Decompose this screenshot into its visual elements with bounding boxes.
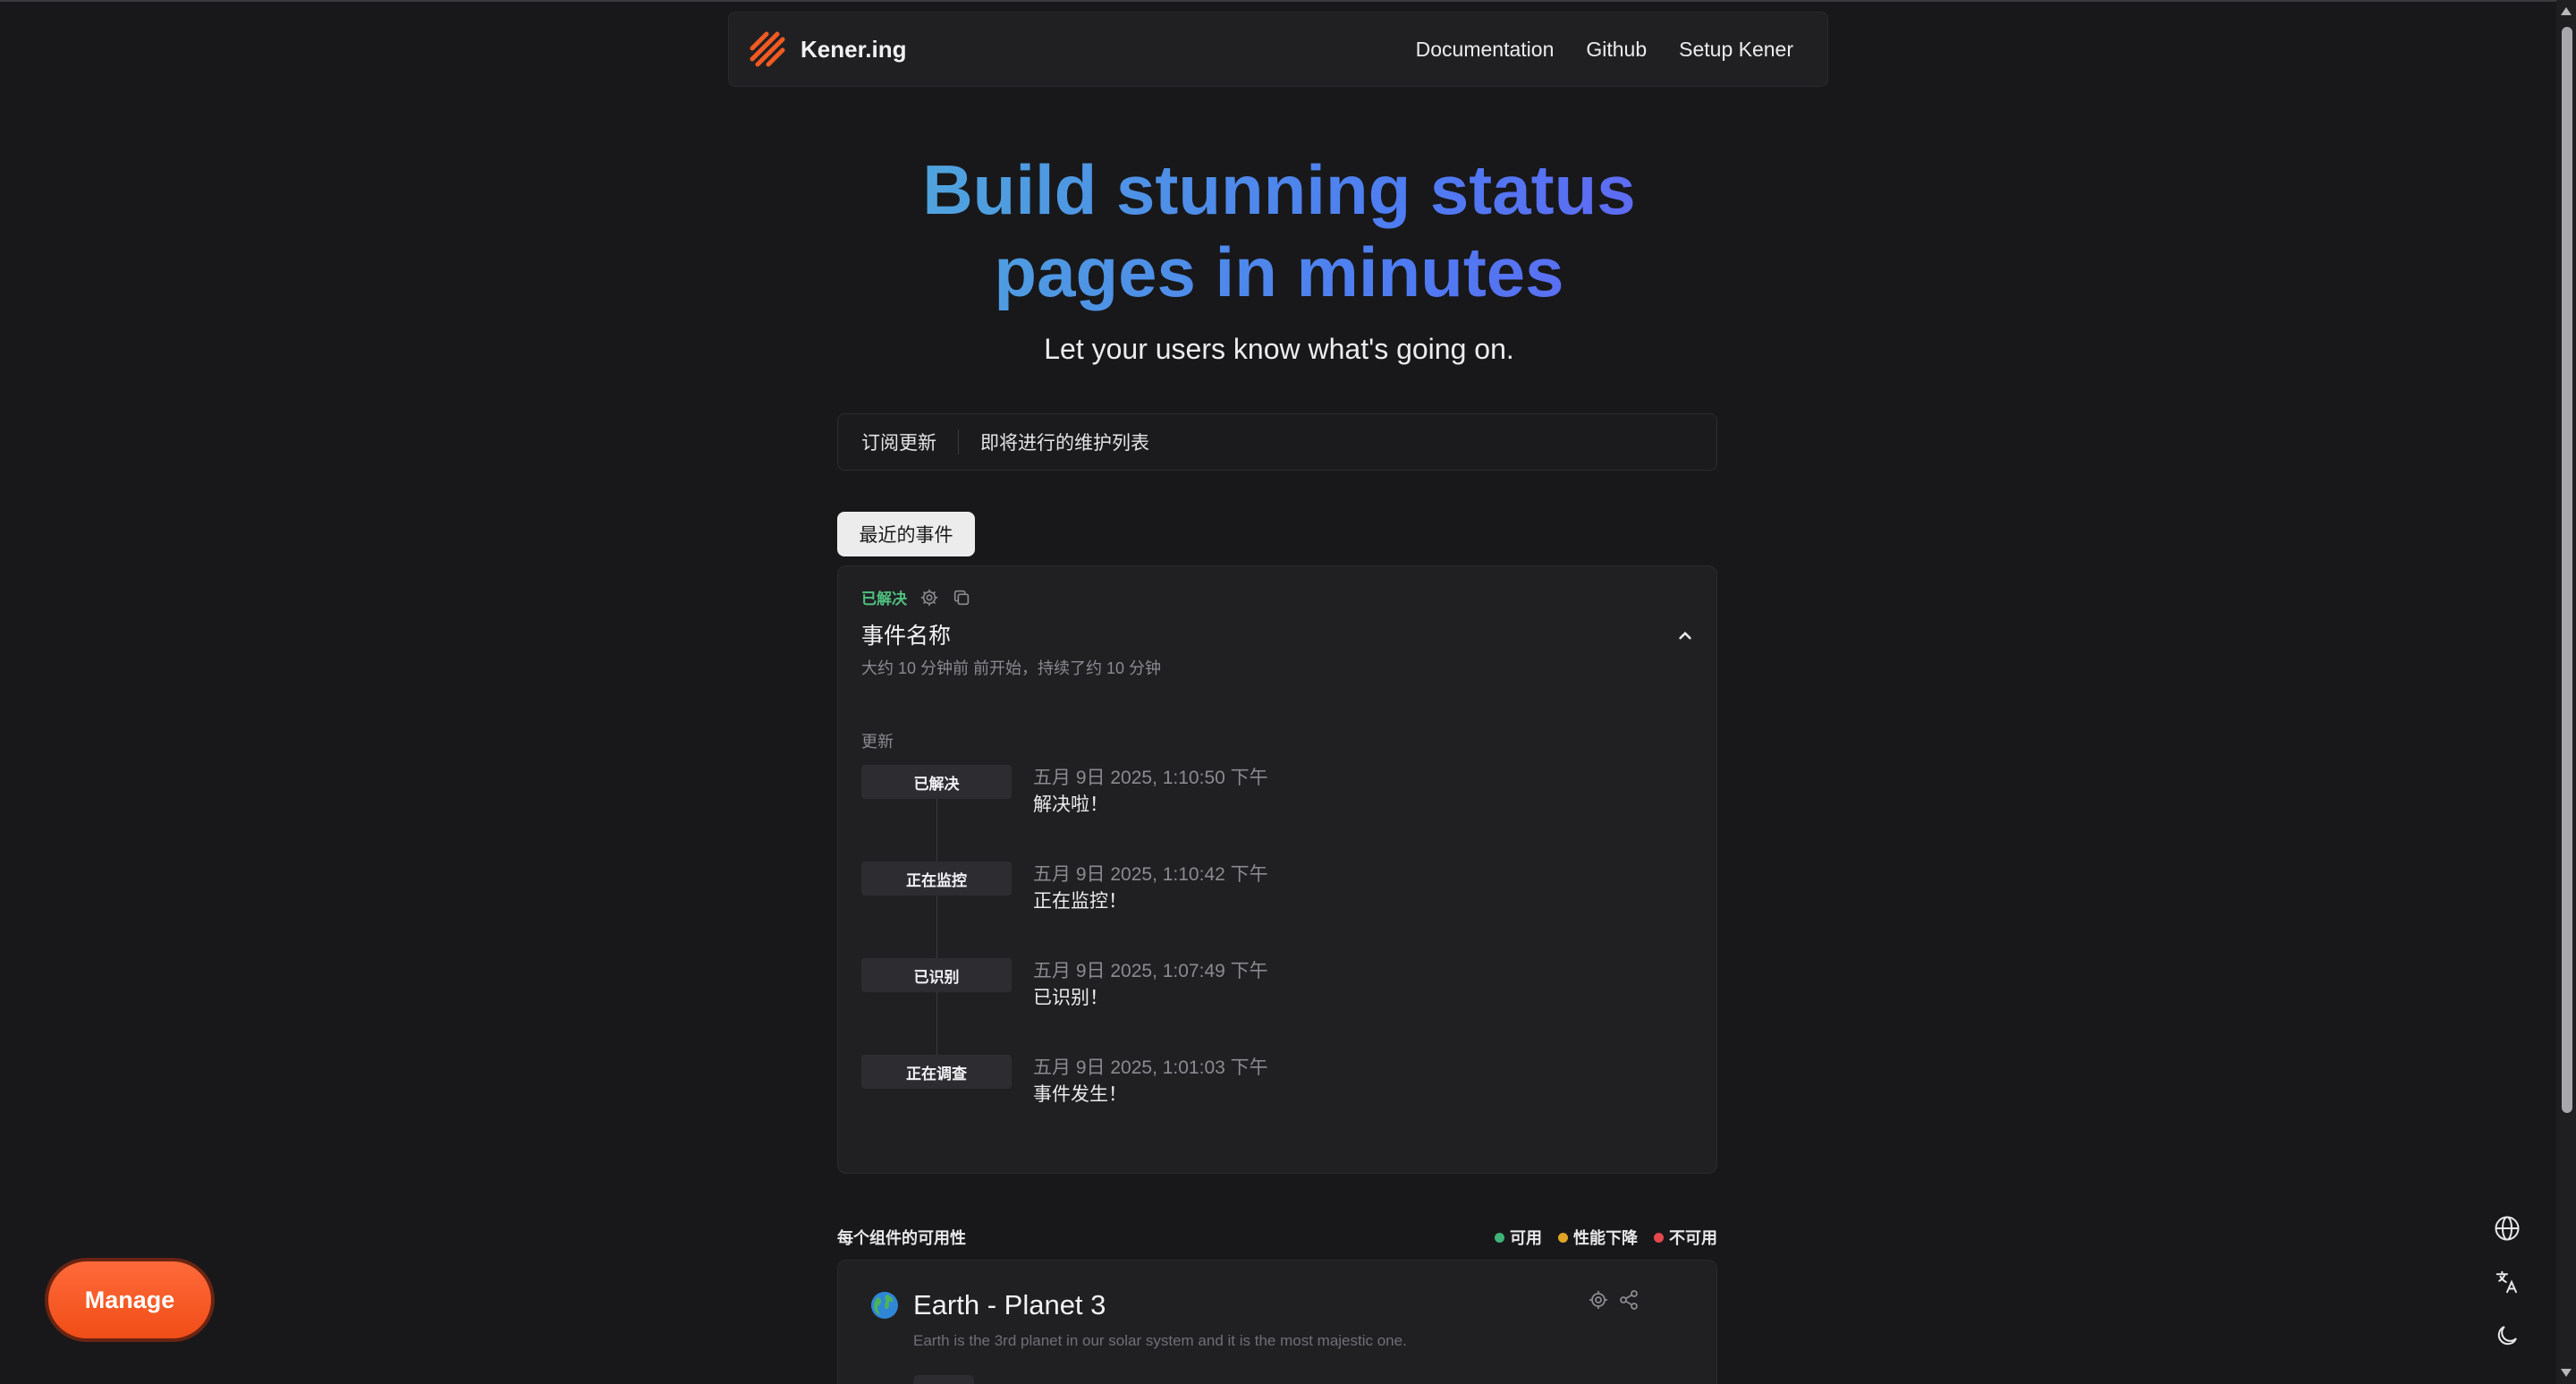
timeline-line: [936, 792, 937, 1087]
update-item: 正在调查 五月 9日 2025, 1:01:03 下午 事件发生！: [861, 1055, 1666, 1117]
monitor-card: Earth - Planet 3 Earth is the 3rd planet…: [837, 1260, 1717, 1384]
update-status-tag: 正在调查: [861, 1055, 1012, 1089]
monitor-description: Earth is the 3rd planet in our solar sys…: [913, 1332, 1407, 1349]
update-status-tag: 已识别: [861, 958, 1012, 992]
availability-title: 每个组件的可用性: [837, 1229, 966, 1247]
translate-icon[interactable]: [2494, 1269, 2521, 1295]
hero-title-line2: pages in minutes: [994, 233, 1564, 311]
top-border: [0, 0, 2576, 2]
gear-icon[interactable]: [1588, 1289, 1609, 1311]
scroll-up-arrow-icon[interactable]: [2561, 7, 2572, 15]
legend-dot: [1654, 1232, 1664, 1243]
monitor-name[interactable]: Earth - Planet 3: [913, 1289, 1106, 1321]
update-message: 已识别！: [1033, 988, 1108, 1008]
incident-meta: 大约 10 分钟前 前开始，持续了约 10 分钟: [861, 659, 1162, 677]
divider: [958, 429, 959, 454]
hero-title: Build stunning status pages in minutes: [0, 149, 2558, 313]
update-message: 正在监控！: [1033, 891, 1127, 912]
navbar: Kener.ing Documentation Github Setup Ken…: [728, 12, 1828, 87]
updates-label: 更新: [861, 733, 894, 751]
nav-link-setup-kener[interactable]: Setup Kener: [1679, 38, 1793, 62]
nav-link-documentation[interactable]: Documentation: [1416, 38, 1555, 62]
brand[interactable]: Kener.ing: [747, 29, 906, 70]
legend-label: 不可用: [1669, 1229, 1717, 1247]
subscribe-bar: 订阅更新 即将进行的维护列表: [837, 413, 1717, 471]
update-status-tag: 已解决: [861, 765, 1012, 799]
update-status-tag: 正在监控: [861, 862, 1012, 896]
scrollbar-thumb[interactable]: [2562, 27, 2572, 1113]
globe-icon[interactable]: [2494, 1215, 2521, 1242]
incident-header: 已解决: [861, 586, 971, 608]
manage-button[interactable]: Manage: [45, 1258, 215, 1342]
subscribe-updates-button[interactable]: 订阅更新: [861, 429, 936, 455]
update-item: 正在监控 五月 9日 2025, 1:10:42 下午 正在监控！: [861, 862, 1666, 924]
share-icon[interactable]: [1618, 1289, 1640, 1311]
monitor-chip: [913, 1375, 974, 1384]
legend-item-degraded: 性能下降: [1558, 1226, 1638, 1249]
nav-links: Documentation Github Setup Kener: [1416, 38, 1793, 62]
brand-name: Kener.ing: [801, 35, 907, 63]
tab-recent-events[interactable]: 最近的事件: [837, 512, 975, 556]
maintenance-list-button[interactable]: 即将进行的维护列表: [980, 429, 1149, 455]
nav-link-github[interactable]: Github: [1586, 38, 1647, 62]
update-time: 五月 9日 2025, 1:10:50 下午: [1033, 768, 1268, 788]
gear-icon[interactable]: [919, 588, 939, 607]
moon-icon[interactable]: [2494, 1322, 2521, 1349]
chevron-up-icon[interactable]: [1674, 624, 1697, 647]
legend-label: 可用: [1510, 1229, 1542, 1247]
legend-dot: [1558, 1232, 1568, 1243]
legend-label: 性能下降: [1573, 1229, 1638, 1247]
scroll-down-arrow-icon[interactable]: [2561, 1369, 2572, 1377]
update-item: 已识别 五月 9日 2025, 1:07:49 下午 已识别！: [861, 958, 1666, 1021]
kener-logo-icon: [750, 31, 785, 67]
update-message: 事件发生！: [1033, 1084, 1127, 1105]
update-message: 解决啦！: [1033, 794, 1108, 815]
hero-title-line1: Build stunning status: [922, 150, 1636, 229]
earth-globe-icon: [871, 1292, 898, 1319]
legend-item-down: 不可用: [1654, 1226, 1717, 1249]
copy-icon[interactable]: [952, 588, 971, 607]
incident-card: 已解决 事件名称 大约 10 分钟前 前开始，持续了约 10 分钟 更新 已解决…: [837, 565, 1717, 1174]
status-badge: 已解决: [861, 590, 907, 607]
hero-subtitle: Let your users know what's going on.: [1044, 333, 1514, 365]
scrollbar[interactable]: [2556, 0, 2576, 1384]
legend-item-up: 可用: [1495, 1226, 1542, 1249]
incident-title: 事件名称: [861, 624, 952, 649]
update-time: 五月 9日 2025, 1:01:03 下午: [1033, 1057, 1268, 1078]
legend-dot: [1495, 1232, 1504, 1243]
update-time: 五月 9日 2025, 1:07:49 下午: [1033, 961, 1268, 981]
status-legend: 可用 性能下降 不可用: [1495, 1226, 1717, 1249]
update-time: 五月 9日 2025, 1:10:42 下午: [1033, 864, 1268, 885]
update-item: 已解决 五月 9日 2025, 1:10:50 下午 解决啦！: [861, 765, 1666, 828]
